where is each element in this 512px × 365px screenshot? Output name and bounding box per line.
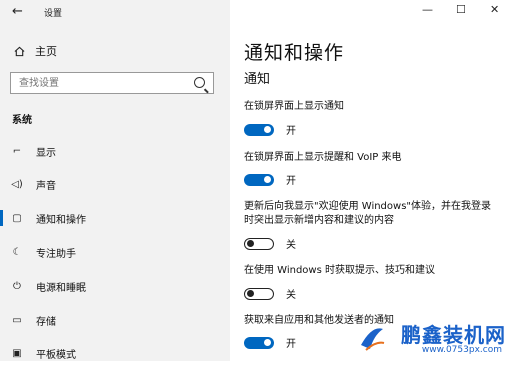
window-title: 设置 — [44, 9, 63, 19]
toggle-switch[interactable] — [244, 123, 274, 136]
toggle-state: 关 — [286, 290, 296, 301]
toggle-state: 开 — [286, 339, 296, 350]
setting-label: 在锁屏界面上显示提醒和 VoIP 来电 — [244, 152, 402, 163]
setting-label: 更新后向我显示"欢迎使用 Windows"体验，并在我登录时突出显示新增内容和建… — [244, 201, 492, 226]
sidebar-item-power[interactable]: ⏻ 电源和睡眠 — [0, 274, 230, 298]
home-icon — [14, 46, 25, 56]
sidebar-item-label: 通知和操作 — [36, 214, 86, 226]
section-label: 系统 — [12, 115, 32, 126]
sidebar-item-label: 专注助手 — [36, 248, 76, 260]
sidebar-item-label: 电源和睡眠 — [36, 282, 86, 294]
back-icon[interactable]: ← — [12, 4, 23, 19]
watermark-url: www.0753px.com — [421, 345, 502, 355]
search-input[interactable] — [11, 73, 189, 93]
toggle-knob — [264, 339, 271, 346]
close-button[interactable]: ✕ — [490, 3, 499, 16]
storage-icon: ▭ — [12, 314, 22, 326]
toggle-knob — [264, 176, 271, 183]
page-title: 通知和操作 — [244, 42, 345, 64]
setting-label: 在使用 Windows 时获取提示、技巧和建议 — [244, 265, 435, 276]
notification-icon: ▢ — [12, 212, 22, 224]
sidebar-item-label: 平板模式 — [36, 349, 76, 361]
speaker-icon: ◁) — [11, 178, 23, 190]
sidebar-item-label: 存储 — [36, 316, 56, 328]
toggle-state: 关 — [286, 240, 296, 251]
section-title: 通知 — [244, 72, 271, 87]
sidebar-item-display[interactable]: ⌐ 显示 — [0, 139, 230, 163]
toggle-switch[interactable] — [244, 287, 274, 300]
sidebar: ← 设置 主页 系统 ⌐ 显示 ◁) 声音 ▢ 通知和操作 ☾ 专注助手 ⏻ 电… — [0, 0, 230, 361]
setting-toggle-row[interactable]: 开 — [244, 172, 296, 187]
watermark-name: 鹏鑫装机网 — [401, 323, 506, 347]
setting-toggle-row[interactable]: 关 — [244, 286, 296, 301]
setting-toggle-row[interactable]: 开 — [244, 122, 296, 137]
sidebar-item-tablet[interactable]: ▣ 平板模式 — [0, 341, 230, 365]
toggle-state: 开 — [286, 176, 296, 187]
display-icon: ⌐ — [12, 145, 22, 157]
toggle-state: 开 — [286, 126, 296, 137]
search-box[interactable] — [10, 72, 214, 94]
sidebar-item-storage[interactable]: ▭ 存储 — [0, 308, 230, 332]
toggle-switch[interactable] — [244, 336, 274, 349]
toggle-knob — [247, 240, 254, 247]
sidebar-item-label: 显示 — [36, 147, 56, 159]
tablet-icon: ▣ — [12, 347, 22, 359]
search-icon[interactable] — [194, 77, 205, 88]
setting-toggle-row[interactable]: 关 — [244, 236, 296, 251]
minimize-button[interactable]: — — [422, 3, 433, 16]
toggle-switch[interactable] — [244, 173, 274, 186]
toggle-knob — [264, 126, 271, 133]
watermark: 鹏鑫装机网 www.0753px.com — [358, 319, 508, 359]
sidebar-item-sound[interactable]: ◁) 声音 — [0, 172, 230, 196]
home-label: 主页 — [35, 45, 57, 58]
setting-label: 在锁屏界面上显示通知 — [244, 101, 344, 112]
toggle-switch[interactable] — [244, 237, 274, 250]
maximize-button[interactable]: ☐ — [456, 3, 466, 16]
sidebar-item-notifications[interactable]: ▢ 通知和操作 — [0, 206, 230, 230]
moon-icon: ☾ — [12, 246, 22, 258]
sidebar-item-home[interactable]: 主页 — [14, 43, 57, 59]
power-icon: ⏻ — [13, 280, 21, 292]
sidebar-item-label: 声音 — [36, 180, 56, 192]
sidebar-item-focus-assist[interactable]: ☾ 专注助手 — [0, 240, 230, 264]
setting-toggle-row[interactable]: 开 — [244, 335, 296, 350]
watermark-logo-icon — [361, 328, 385, 351]
toggle-knob — [247, 290, 254, 297]
